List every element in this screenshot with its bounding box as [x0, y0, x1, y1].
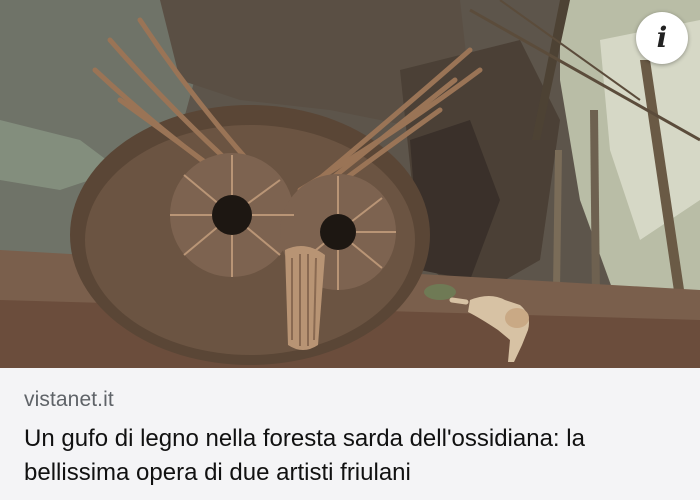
info-button[interactable]: i	[636, 12, 688, 64]
article-photo[interactable]: i	[0, 0, 700, 368]
article-meta: vistanet.it Un gufo di legno nella fores…	[0, 368, 700, 500]
photo-illustration	[0, 0, 700, 368]
news-card[interactable]: i vistanet.it Un gufo di legno nella for…	[0, 0, 700, 500]
info-icon: i	[656, 21, 668, 54]
article-headline[interactable]: Un gufo di legno nella foresta sarda del…	[24, 422, 684, 490]
source-domain[interactable]: vistanet.it	[24, 388, 114, 412]
